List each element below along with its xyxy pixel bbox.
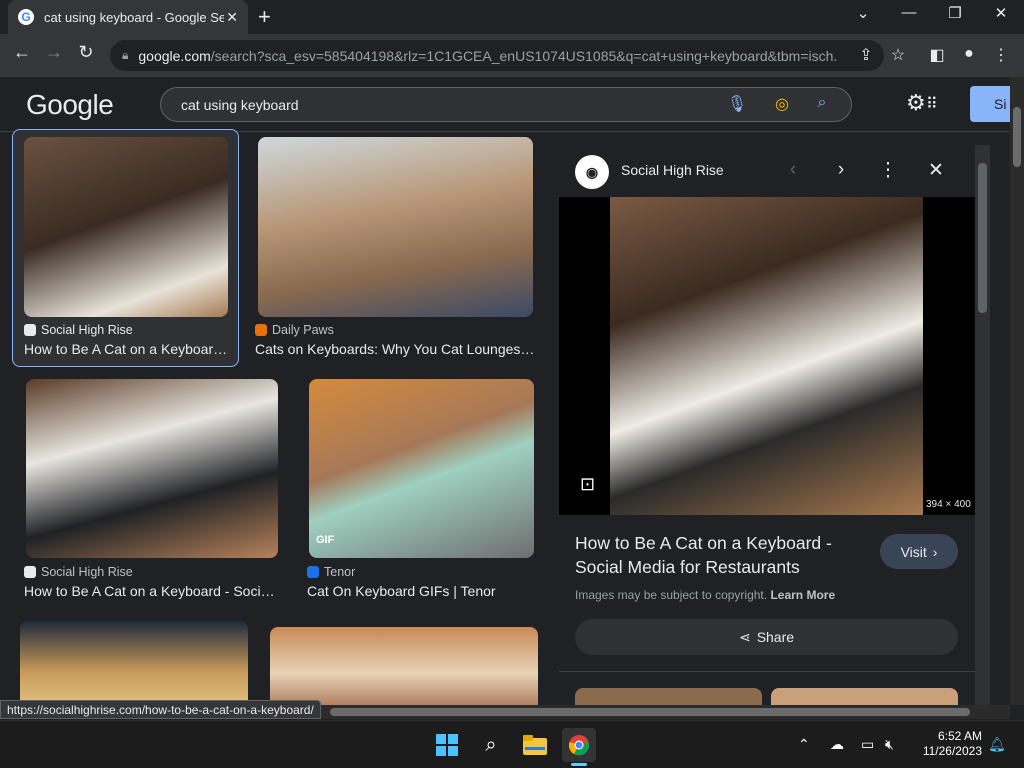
result-source[interactable]: Daily Paws <box>255 323 334 337</box>
url-domain: google.com <box>138 47 211 64</box>
search-input[interactable] <box>181 96 701 113</box>
share-button[interactable]: ⋖ Share <box>575 619 958 655</box>
page-vertical-scrollbar[interactable] <box>1010 77 1024 705</box>
image-dimensions: 394 × 400 <box>926 499 971 510</box>
result-source[interactable]: Social High Rise <box>24 565 133 579</box>
source-logo[interactable]: ◉ <box>575 155 609 189</box>
forward-icon[interactable]: → <box>42 42 66 63</box>
copyright-text: Images may be subject to copyright. <box>575 588 768 602</box>
share-icon: ⋖ <box>738 628 751 645</box>
related-thumbnail[interactable] <box>771 688 958 705</box>
google-favicon-icon: G <box>18 9 34 25</box>
search-icon[interactable]: ⌕ <box>811 94 833 112</box>
panel-source-name[interactable]: Social High Rise <box>621 162 724 178</box>
clock-date: 11/26/2023 <box>922 744 982 758</box>
address-bar[interactable]: 🔒︎ google.com/search?sca_esv=585404198&r… <box>110 40 884 71</box>
result-thumbnail[interactable] <box>258 137 533 317</box>
more-options-icon[interactable]: ⋮ <box>877 159 899 182</box>
tenor-favicon-icon <box>307 566 319 578</box>
share-label: Share <box>756 629 795 645</box>
result-source-label: Tenor <box>324 565 356 579</box>
lens-icon[interactable]: ⊡ <box>580 474 595 495</box>
side-panel-icon[interactable]: ◧ <box>926 45 948 65</box>
result-thumbnail[interactable] <box>24 137 228 317</box>
settings-gear-icon[interactable]: ⚙ <box>906 90 926 116</box>
result-source-label: Social High Rise <box>41 565 133 579</box>
chrome-icon[interactable] <box>562 728 596 762</box>
result-title[interactable]: How to Be A Cat on a Keyboard - Social M… <box>24 341 229 357</box>
status-url-bubble: https://socialhighrise.com/how-to-be-a-c… <box>0 700 321 719</box>
taskbar-search-icon[interactable]: ⌕ <box>474 728 508 762</box>
result-thumbnail[interactable] <box>309 379 534 558</box>
apps-grid-icon[interactable]: ⠿ <box>926 94 938 114</box>
restore-button[interactable]: ❐ <box>932 4 978 22</box>
minimize-button[interactable]: — <box>886 4 932 21</box>
result-thumbnail[interactable] <box>20 621 248 705</box>
lock-icon: 🔒︎ <box>122 48 129 62</box>
previous-icon[interactable]: ‹ <box>782 159 804 181</box>
profile-icon[interactable]: ● <box>958 45 980 63</box>
browser-menu-icon[interactable]: ⋮ <box>990 45 1012 65</box>
result-source-label: Social High Rise <box>41 323 133 337</box>
notification-bell-icon[interactable]: 🔔︎ <box>988 736 1006 753</box>
lens-search-icon[interactable]: ◎ <box>771 94 793 114</box>
voice-search-icon[interactable]: 🎙︎ <box>726 94 748 114</box>
clock-time: 6:52 AM <box>937 729 982 743</box>
copyright-notice: Images may be subject to copyright. Lear… <box>575 588 835 602</box>
result-source-label: Daily Paws <box>272 323 334 337</box>
google-logo[interactable]: Google <box>26 89 114 121</box>
panel-title[interactable]: How to Be A Cat on a Keyboard - Social M… <box>575 531 865 579</box>
result-thumbnail[interactable] <box>26 379 278 558</box>
panel-scrollbar[interactable] <box>975 145 990 705</box>
tab-search-button[interactable]: ⌄ <box>840 4 886 22</box>
result-title[interactable]: How to Be A Cat on a Keyboard - Social M… <box>24 583 278 599</box>
social-high-rise-favicon-icon <box>24 566 36 578</box>
tab-title: cat using keyboard - Google Search <box>44 9 224 25</box>
onedrive-icon[interactable]: ☁ <box>830 736 844 753</box>
close-window-button[interactable]: ✕ <box>978 4 1024 22</box>
result-thumbnail[interactable] <box>270 627 538 705</box>
network-icon[interactable]: ▭ <box>861 736 874 753</box>
bookmark-star-icon[interactable]: ☆ <box>887 45 909 65</box>
chevron-right-icon: › <box>932 543 938 560</box>
panel-divider <box>559 671 975 672</box>
close-panel-icon[interactable]: ✕ <box>925 159 947 182</box>
related-thumbnail[interactable] <box>575 688 762 705</box>
search-box[interactable] <box>160 87 852 122</box>
result-title[interactable]: Cat On Keyboard GIFs | Tenor <box>307 583 537 599</box>
social-high-rise-favicon-icon <box>24 324 36 336</box>
gif-badge: GIF <box>316 534 335 546</box>
visit-label: Visit <box>900 543 927 560</box>
url-path: /search?sca_esv=585404198&rlz=1C1GCEA_en… <box>210 47 839 64</box>
clock[interactable]: 6:52 AM 11/26/2023 <box>916 729 982 759</box>
learn-more-link[interactable]: Learn More <box>770 588 835 602</box>
result-source[interactable]: Tenor <box>307 565 355 579</box>
preview-image[interactable] <box>610 197 923 515</box>
reload-icon[interactable]: ↻ <box>74 42 98 63</box>
result-title[interactable]: Cats on Keyboards: Why You Cat Lounges o… <box>255 341 538 357</box>
file-explorer-icon[interactable] <box>518 728 552 762</box>
browser-tab[interactable]: G cat using keyboard - Google Search ✕ <box>8 0 248 34</box>
visit-button[interactable]: Visit › <box>880 534 958 569</box>
close-tab-icon[interactable]: ✕ <box>226 9 238 26</box>
next-icon[interactable]: › <box>830 159 852 181</box>
result-source[interactable]: Social High Rise <box>24 323 133 337</box>
new-tab-button[interactable]: + <box>258 4 271 30</box>
volume-icon[interactable]: 🔇︎ <box>885 736 894 753</box>
show-hidden-icons-icon[interactable]: ⌃ <box>798 736 810 753</box>
daily-paws-favicon-icon <box>255 324 267 336</box>
active-app-indicator <box>571 763 587 766</box>
share-page-icon[interactable]: ⇪ <box>855 45 877 65</box>
start-icon[interactable] <box>430 728 464 762</box>
back-icon[interactable]: ← <box>10 42 34 63</box>
